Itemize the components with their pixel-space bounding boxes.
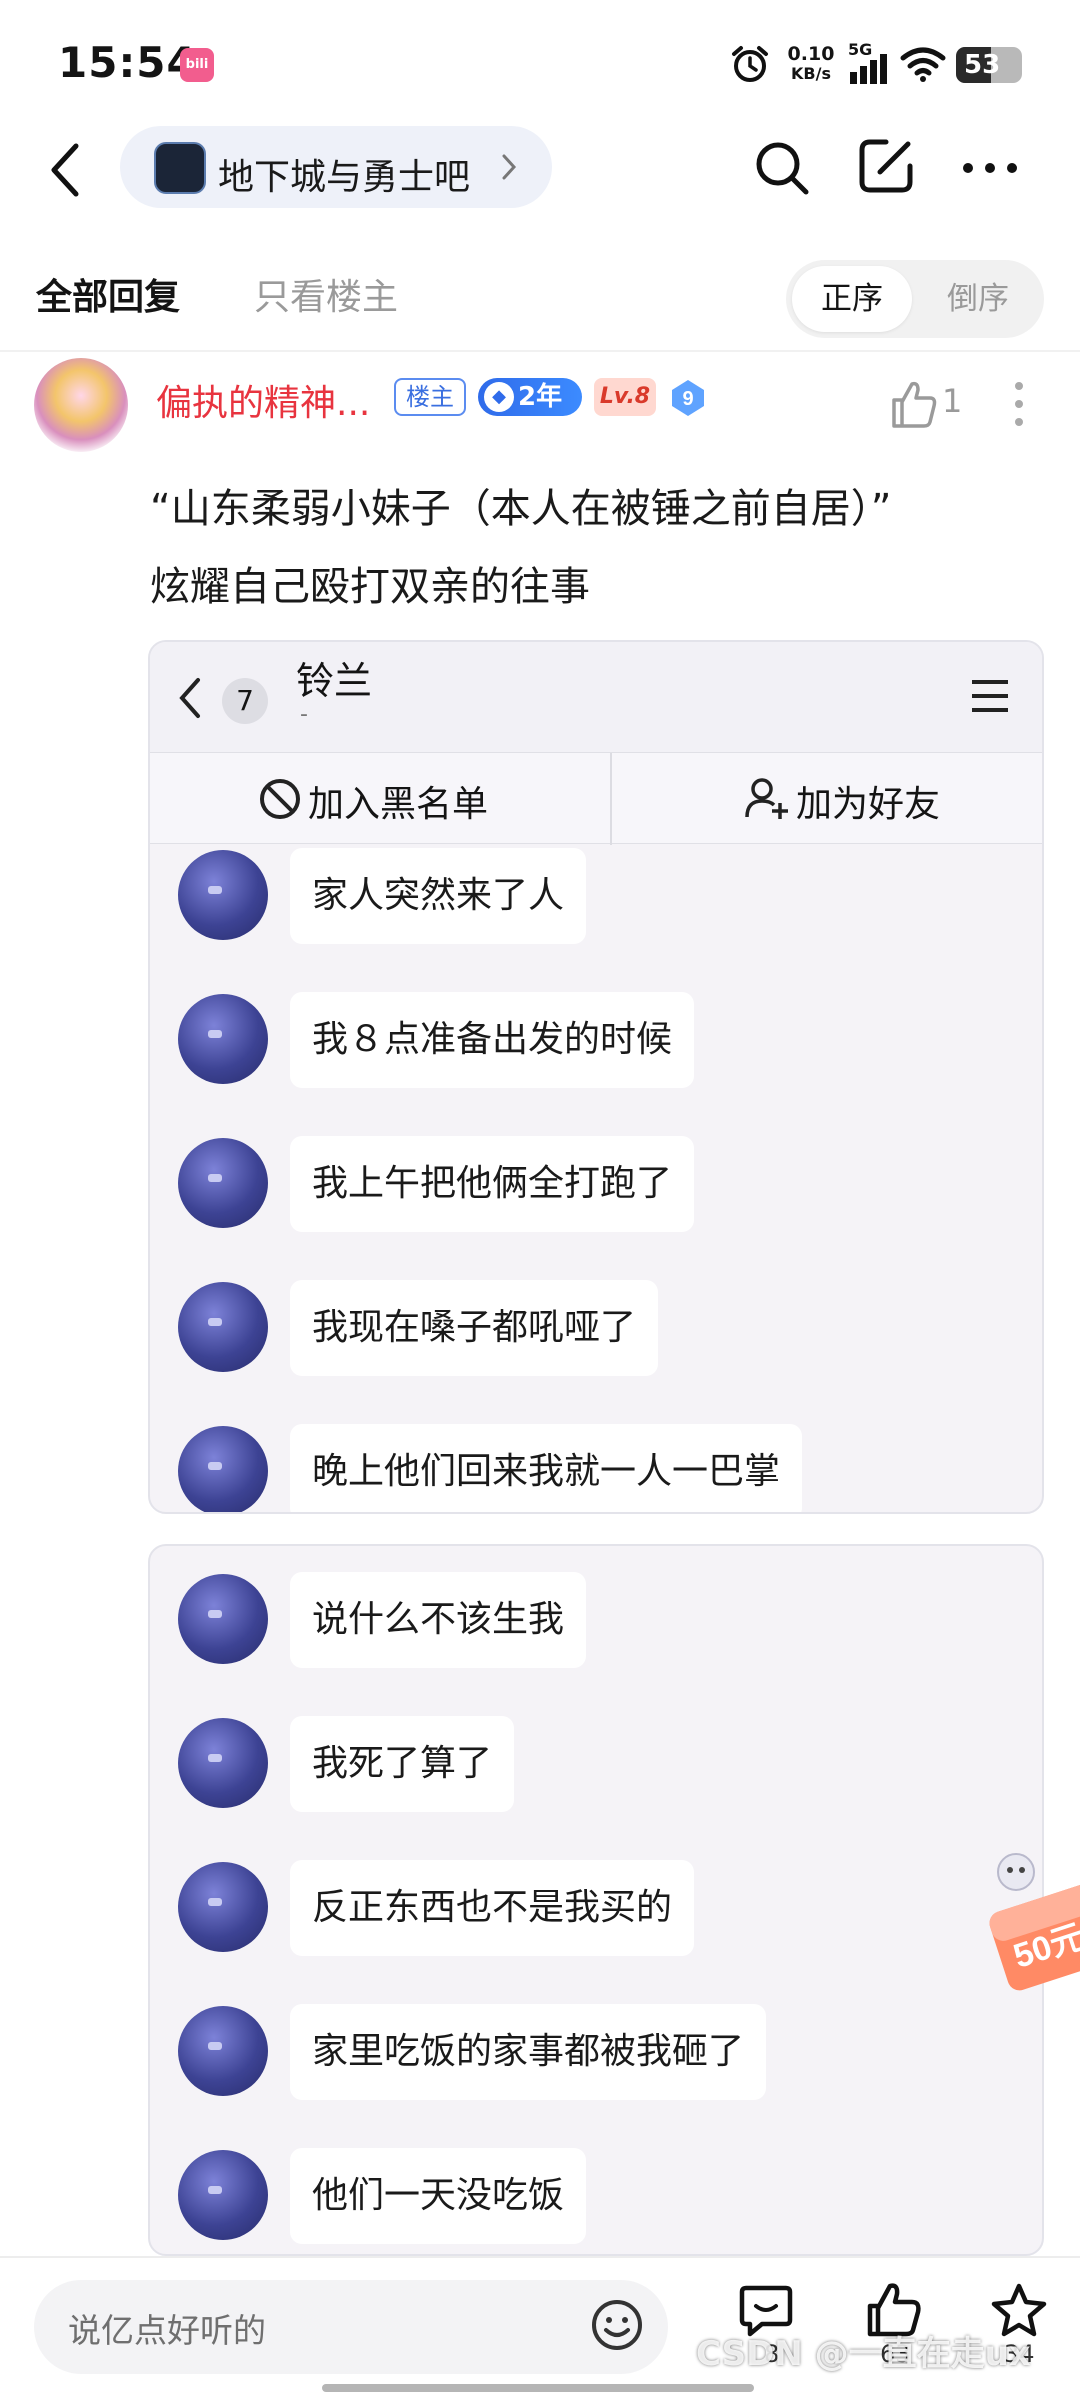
home-indicator[interactable] (322, 2384, 754, 2392)
wifi-icon (900, 47, 946, 82)
bilibili-app-icon: bili (180, 48, 214, 82)
chat-message-row: 家人突然来了人 (150, 846, 1042, 946)
emoji-icon[interactable] (590, 2298, 644, 2352)
alarm-icon (732, 46, 768, 82)
chat-bubble: 晚上他们回来我就一人一巴掌 (290, 1424, 803, 1512)
divider (0, 350, 1080, 352)
vip-level: 9 (682, 388, 693, 410)
chat-message-row: 我现在嗓子都吼哑了 (150, 1278, 1042, 1378)
chat-message-row: 家里吃饭的家事都被我砸了 (150, 2002, 1042, 2102)
network-speed-unit: KB/s (791, 64, 831, 83)
block-label: 加入黑名单 (308, 784, 489, 825)
forum-name[interactable]: 地下城与勇士吧 (218, 148, 470, 200)
chat-bubble: 他们一天没吃饭 (290, 2148, 587, 2244)
account-age-label: 2年 (518, 382, 563, 412)
post-more-icon[interactable] (1014, 380, 1024, 428)
chat-bubble: 家里吃饭的家事都被我砸了 (290, 2004, 767, 2100)
chat-message-row: 说什么不该生我 (150, 1570, 1042, 1670)
battery-indicator: 53 (956, 47, 1022, 83)
chat-bubble: 反正东西也不是我买的 (290, 1860, 695, 1956)
block-icon (260, 779, 300, 819)
thumbs-up-icon[interactable] (888, 374, 938, 434)
chat-header: 7 铃兰 - (150, 642, 1042, 752)
chat-message-row: 反正东西也不是我买的 (150, 1858, 1042, 1958)
network-speed: 0.10 KB/s (786, 44, 836, 84)
chat-bubble: 我上午把他俩全打跑了 (290, 1136, 695, 1232)
chat-avatar (178, 2150, 268, 2240)
menu-icon (972, 680, 1008, 712)
chat-actions: 加入黑名单 加为好友 (150, 752, 1042, 845)
post-image[interactable]: 7 铃兰 - 加入黑名单 加为好友 家人突然来了人 我８点准备出发的时候 我上午… (148, 640, 1044, 1514)
chat-bubble: 说什么不该生我 (290, 1572, 587, 1668)
promo-red-envelope[interactable]: 50元 (980, 1848, 1080, 1998)
cellular-signal-icon (850, 54, 887, 84)
chat-message-row: 我死了算了 (150, 1714, 1042, 1814)
post-text-line: “山东柔弱小妹子（本人在被锤之前自居）” (150, 486, 892, 532)
chat-avatar (178, 850, 268, 940)
level-badge: Lv.8 (594, 378, 656, 416)
contact-subtitle: - (300, 702, 308, 727)
chat-avatar (178, 1426, 268, 1512)
chat-message-row: 我上午把他俩全打跑了 (150, 1134, 1042, 1234)
chat-avatar (178, 1718, 268, 1808)
user-avatar[interactable] (34, 358, 128, 452)
chevron-left-icon (179, 678, 200, 718)
vip-diamond-icon: 9 (672, 380, 704, 416)
chat-avatar (178, 1574, 268, 1664)
status-time: 15:54 (58, 38, 197, 87)
watermark: CSDN @一直在走ux (696, 2334, 1031, 2374)
unread-count-badge: 7 (222, 678, 268, 724)
chat-bubble: 我８点准备出发的时候 (290, 992, 695, 1088)
drop-icon: ◆ (484, 382, 514, 412)
username[interactable]: 偏执的精神... (156, 374, 370, 426)
search-icon[interactable] (752, 138, 812, 198)
chevron-right-icon (502, 154, 517, 180)
chat-bubble: 我死了算了 (290, 1716, 515, 1812)
reply-input-placeholder[interactable]: 说亿点好听的 (68, 2304, 266, 2352)
sort-descending-button[interactable]: 倒序 (918, 266, 1038, 332)
tab-op-only[interactable]: 只看楼主 (254, 268, 398, 320)
chat-avatar (178, 2006, 268, 2096)
post-text: “山东柔弱小妹子（本人在被锤之前自居）” 炫耀自己殴打双亲的往事 (150, 470, 1030, 626)
status-bar: 15:54 bili 0.10 KB/s 5G 53 (0, 0, 1080, 130)
add-friend-icon (745, 778, 788, 819)
more-options-icon[interactable] (962, 162, 1018, 174)
add-friend-label: 加为好友 (796, 784, 941, 825)
chat-avatar (178, 1282, 268, 1372)
post-image[interactable]: 说什么不该生我 我死了算了 反正东西也不是我买的 家里吃饭的家事都被我砸了 他们… (148, 1544, 1044, 2256)
tab-all-replies[interactable]: 全部回复 (36, 268, 180, 320)
chat-avatar (178, 994, 268, 1084)
forum-avatar (154, 142, 206, 194)
chat-message-row: 我８点准备出发的时候 (150, 990, 1042, 1090)
account-age-badge: ◆ 2年 (478, 378, 582, 416)
network-speed-value: 0.10 (787, 43, 835, 65)
divider (610, 753, 612, 845)
chat-bubble: 我现在嗓子都吼哑了 (290, 1280, 659, 1376)
chat-bubble: 家人突然来了人 (290, 848, 587, 944)
chat-message-row: 晚上他们回来我就一人一巴掌 (150, 1422, 1042, 1512)
post-like-count: 1 (942, 382, 963, 420)
battery-level: 53 (964, 50, 1001, 80)
post-text-line: 炫耀自己殴打双亲的往事 (150, 564, 590, 610)
contact-name: 铃兰 (296, 659, 373, 703)
edit-post-icon[interactable] (856, 136, 916, 196)
sort-ascending-button[interactable]: 正序 (792, 266, 912, 332)
chat-avatar (178, 1862, 268, 1952)
chat-avatar (178, 1138, 268, 1228)
chat-message-row: 他们一天没吃饭 (150, 2146, 1042, 2246)
back-button[interactable] (40, 140, 90, 200)
op-badge: 楼主 (394, 378, 466, 416)
